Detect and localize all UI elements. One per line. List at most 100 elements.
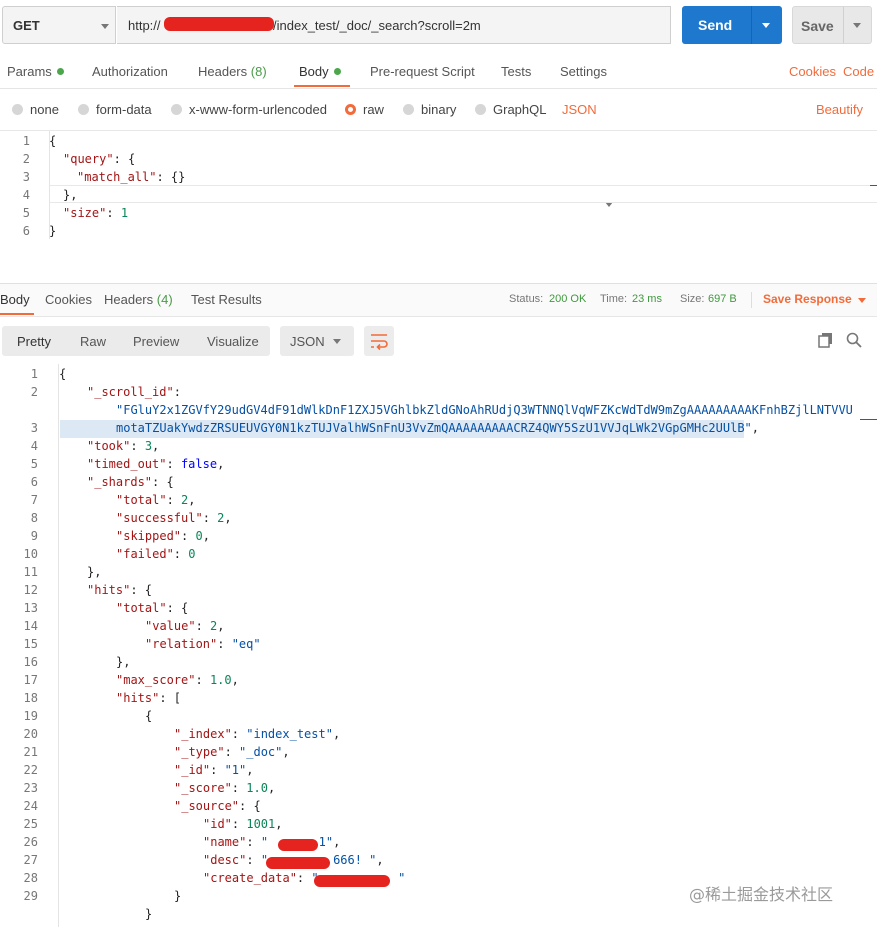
- tab-response-body[interactable]: Body: [0, 292, 30, 307]
- tab-authorization[interactable]: Authorization: [92, 64, 168, 79]
- chevron-down-icon: [101, 24, 109, 29]
- line-number: 27: [23, 853, 38, 867]
- line-number: 17: [23, 673, 38, 687]
- code-line: "id": 1001,: [203, 817, 283, 831]
- search-icon[interactable]: [846, 332, 862, 348]
- send-button[interactable]: Send: [682, 6, 782, 44]
- json-key: "match_all": [77, 170, 157, 184]
- tab-params-label: Params: [7, 64, 52, 79]
- beautify-link[interactable]: Beautify: [816, 102, 863, 117]
- response-format-select[interactable]: JSON: [280, 326, 354, 356]
- radio-form-data[interactable]: form-data: [78, 102, 152, 117]
- json-number: 1: [120, 206, 129, 220]
- chevron-down-icon[interactable]: [858, 298, 866, 303]
- scroll-marker: [860, 419, 877, 420]
- code-line: "skipped": 0,: [116, 529, 210, 543]
- view-preview[interactable]: Preview: [133, 334, 179, 349]
- line-number: 5: [22, 206, 30, 220]
- json-punct: :: [166, 493, 182, 507]
- tab-settings[interactable]: Settings: [560, 64, 607, 79]
- code-line: "match_all": {}: [77, 170, 185, 184]
- tab-tests[interactable]: Tests: [501, 64, 531, 79]
- watermark-text: @稀土掘金技术社区: [689, 885, 834, 904]
- chevron-down-icon: [333, 339, 341, 344]
- view-visualize[interactable]: Visualize: [207, 334, 259, 349]
- json-key: "failed": [116, 547, 174, 561]
- code-line: }: [49, 224, 57, 238]
- view-raw[interactable]: Raw: [80, 334, 106, 349]
- redaction-mark: [314, 875, 390, 887]
- response-body-viewer[interactable]: 1 2 3 4 5 6 7 8 9 10 11 12 13 14 15 16 17 18 19 20 21 22 23 24 2…: [0, 364, 877, 927]
- url-input[interactable]: http:// /index_test/_doc/_search?scroll=…: [117, 6, 671, 44]
- json-punct: :: [173, 547, 189, 561]
- radio-urlencoded[interactable]: x-www-form-urlencoded: [171, 102, 327, 117]
- method-label: GET: [13, 18, 40, 33]
- code-line: "_index": "index_test",: [174, 727, 340, 741]
- code-line: "_shards": {: [87, 475, 174, 489]
- code-link[interactable]: Code: [843, 64, 874, 79]
- save-response-button[interactable]: Save Response: [763, 292, 852, 306]
- json-punct: :: [195, 673, 210, 687]
- json-string: motaTZUakYwdzZRSUEUVGY0N1kzTUJValhWSnFnU…: [116, 421, 752, 435]
- cookies-link[interactable]: Cookies: [789, 64, 836, 79]
- json-punct: :: [246, 835, 261, 849]
- tab-response-headers-label: Headers: [104, 292, 154, 307]
- redaction-mark: [278, 839, 318, 851]
- json-punct: ,: [217, 619, 225, 633]
- json-number: 0: [195, 529, 203, 543]
- line-number: 20: [23, 727, 38, 741]
- json-number: 1.0: [246, 781, 268, 795]
- radio-none[interactable]: none: [12, 102, 59, 117]
- send-divider: [751, 6, 752, 44]
- code-line: "hits": {: [87, 583, 152, 597]
- tab-body[interactable]: Body: [299, 64, 341, 79]
- view-pretty[interactable]: Pretty: [17, 334, 51, 349]
- redaction-mark: [164, 17, 274, 31]
- json-punct: :: [195, 619, 211, 633]
- json-punct: :: [166, 457, 181, 471]
- json-key: "query": [63, 152, 114, 166]
- code-line: "value": 2,: [145, 619, 225, 633]
- line-number: 1: [22, 134, 30, 148]
- send-options-icon[interactable]: [762, 23, 770, 28]
- line-number: 12: [23, 583, 38, 597]
- radio-raw[interactable]: raw: [345, 102, 384, 117]
- json-punct: :: [202, 511, 218, 525]
- save-button[interactable]: Save: [792, 6, 872, 44]
- status-label: Status:: [509, 293, 544, 305]
- wrap-lines-button[interactable]: [364, 326, 394, 356]
- tab-params[interactable]: Params: [7, 64, 64, 79]
- copy-icon[interactable]: [818, 332, 834, 348]
- method-select[interactable]: GET: [2, 6, 116, 44]
- line-number: 25: [23, 817, 38, 831]
- line-number: 2: [30, 385, 38, 399]
- request-body-editor[interactable]: 1 2 3 4 5 6 { "query": { "match_all": {}…: [0, 130, 877, 281]
- code-line: },: [87, 565, 102, 579]
- scroll-marker: [870, 185, 877, 186]
- json-punct: ,: [202, 529, 210, 543]
- json-punct: ,: [267, 781, 276, 795]
- json-key: "_source": [174, 799, 240, 813]
- radio-binary[interactable]: binary: [403, 102, 456, 117]
- tab-pre-request-script[interactable]: Pre-request Script: [370, 64, 475, 79]
- request-tabs: Params Authorization Headers (8) Body Pr…: [0, 56, 877, 89]
- save-options-icon[interactable]: [853, 23, 861, 28]
- json-key: "took": [87, 439, 131, 453]
- tab-response-cookies[interactable]: Cookies: [45, 292, 92, 307]
- code-line: "relation": "eq": [145, 637, 261, 651]
- tab-response-headers[interactable]: Headers (4): [104, 292, 173, 307]
- line-number: 4: [22, 188, 30, 202]
- line-number: 5: [30, 457, 38, 471]
- format-select[interactable]: JSON: [562, 102, 597, 117]
- radio-graphql[interactable]: GraphQL: [475, 102, 546, 117]
- tab-headers[interactable]: Headers (8): [198, 64, 267, 79]
- json-boolean: false: [180, 457, 218, 471]
- code-line: "failed": 0: [116, 547, 195, 561]
- code-line: "successful": 2,: [116, 511, 232, 525]
- json-key: "total": [116, 601, 167, 615]
- tab-test-results[interactable]: Test Results: [191, 292, 262, 307]
- status-value: 200 OK: [549, 293, 587, 305]
- line-number: 3: [30, 421, 38, 435]
- active-tab-indicator: [0, 313, 34, 315]
- url-prefix: http://: [128, 18, 161, 33]
